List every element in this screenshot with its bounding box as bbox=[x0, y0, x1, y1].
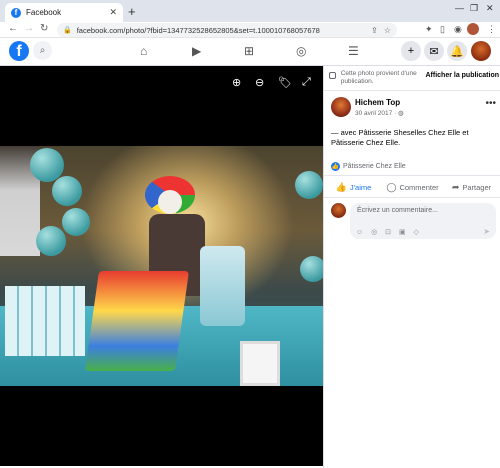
forward-arrow-icon[interactable]: → bbox=[24, 23, 34, 34]
create-button[interactable]: + bbox=[401, 41, 421, 61]
photo-balloon bbox=[52, 176, 82, 206]
send-icon[interactable]: ➤ bbox=[483, 227, 490, 236]
commenter-avatar[interactable] bbox=[331, 203, 346, 218]
minimize-button[interactable]: — bbox=[455, 3, 464, 13]
account-avatar[interactable] bbox=[471, 41, 491, 61]
home-icon[interactable]: ⌂ bbox=[140, 44, 147, 58]
photo-cupcake-stand bbox=[200, 246, 245, 326]
info-icon bbox=[329, 72, 336, 79]
search-icon[interactable]: ⌕ bbox=[33, 41, 52, 60]
close-window-button[interactable]: ✕ bbox=[486, 3, 494, 14]
view-publication-link[interactable]: Afficher la publication bbox=[425, 72, 499, 79]
divider bbox=[324, 197, 500, 198]
publication-notice: Cette photo provient d'une publication. … bbox=[329, 70, 499, 86]
browser-profile-avatar[interactable] bbox=[467, 23, 479, 35]
notice-text: Cette photo provient d'une publication. bbox=[340, 70, 417, 85]
watch-icon[interactable]: ▶ bbox=[192, 44, 201, 58]
divider bbox=[324, 90, 500, 91]
zoom-in-icon[interactable]: ⊕ bbox=[232, 76, 241, 89]
browser-tab-facebook[interactable]: f Facebook ✕ bbox=[5, 3, 123, 22]
comment-bubble-icon: ◯ bbox=[386, 181, 397, 192]
menu-icon[interactable]: ☰ bbox=[348, 44, 359, 58]
comment-label: Commenter bbox=[399, 182, 439, 192]
like-reaction-icon: 👍 bbox=[331, 162, 340, 171]
groups-icon[interactable]: ◎ bbox=[296, 44, 306, 58]
author-avatar[interactable] bbox=[331, 97, 351, 117]
address-bar: ← → ↻ 🔒 facebook.com/photo/?fbid=1347732… bbox=[0, 22, 500, 38]
more-options-icon[interactable]: ••• bbox=[485, 98, 496, 109]
comment-tool-icons[interactable]: ☺ ◎ ⊡ ▣ ◇ bbox=[356, 228, 422, 236]
photo-cake bbox=[84, 271, 190, 371]
extensions-icon[interactable]: ✦ bbox=[425, 24, 433, 35]
back-arrow-icon[interactable]: ← bbox=[8, 23, 18, 34]
post-photo[interactable] bbox=[0, 146, 323, 386]
like-button[interactable]: 👍 J'aime bbox=[324, 179, 383, 195]
reaction-summary[interactable]: 👍 Pâtisserie Chez Elle bbox=[331, 162, 406, 171]
browser-menu-icon[interactable]: ⋮ bbox=[487, 24, 496, 35]
photo-viewer: ⊕ ⊖ 🏷 ⤢ bbox=[0, 66, 323, 466]
post-actions: 👍 J'aime ◯ Commenter ➦ Partager bbox=[324, 179, 500, 195]
notifications-bell-icon[interactable]: 🔔 bbox=[447, 41, 467, 61]
photo-balloon bbox=[36, 226, 66, 256]
audience-globe-icon: ◍ bbox=[398, 110, 404, 117]
share-icon[interactable]: ⇪ bbox=[371, 26, 378, 35]
marketplace-icon[interactable]: ⊞ bbox=[244, 44, 254, 58]
thumbs-up-icon: 👍 bbox=[335, 181, 347, 192]
comment-button[interactable]: ◯ Commenter bbox=[383, 179, 442, 195]
share-arrow-icon: ➦ bbox=[451, 181, 460, 192]
tab-title: Facebook bbox=[26, 8, 62, 17]
reload-icon[interactable]: ↻ bbox=[40, 23, 48, 34]
fullscreen-icon[interactable]: ⤢ bbox=[302, 76, 311, 89]
side-panel-icon[interactable]: ▯ bbox=[440, 24, 445, 35]
profile-extension-icon[interactable]: ◉ bbox=[454, 24, 462, 35]
post-text: — avec Pâtisserie Sheselles Chez Elle et… bbox=[331, 128, 469, 147]
photo-balloon bbox=[300, 256, 323, 282]
url-text: facebook.com/photo/?fbid=134773252865280… bbox=[76, 25, 320, 35]
like-label: J'aime bbox=[349, 182, 372, 192]
browser-window: f Facebook ✕ + — ❐ ✕ ← → ↻ 🔒 facebook.co… bbox=[0, 0, 500, 468]
zoom-out-icon[interactable]: ⊖ bbox=[255, 76, 264, 89]
url-input[interactable]: 🔒 facebook.com/photo/?fbid=1347732528652… bbox=[57, 23, 397, 37]
messenger-icon[interactable]: ✉ bbox=[424, 41, 444, 61]
photo-balloon bbox=[295, 171, 323, 199]
share-label: Partager bbox=[462, 182, 492, 192]
photo-balloon bbox=[62, 208, 90, 236]
post-date-text: 30 avril 2017 · bbox=[355, 110, 398, 117]
comment-composer: Écrivez un commentaire... ☺ ◎ ⊡ ▣ ◇ ➤ bbox=[331, 203, 496, 239]
reaction-name: Pâtisserie Chez Elle bbox=[343, 163, 406, 170]
new-tab-button[interactable]: + bbox=[128, 4, 136, 19]
tab-strip: f Facebook ✕ + — ❐ ✕ bbox=[0, 0, 500, 22]
share-button[interactable]: ➦ Partager bbox=[442, 179, 500, 195]
photo-frame bbox=[240, 341, 280, 386]
facebook-header: f ⌕ ⌂ ▶ ⊞ ◎ ☰ + ✉ 🔔 bbox=[0, 38, 500, 66]
divider bbox=[324, 175, 500, 176]
post-header: Hichem Top 30 avril 2017 · ◍ ••• bbox=[331, 97, 496, 121]
tag-icon[interactable]: 🏷 bbox=[278, 76, 292, 89]
photo-gift-boxes bbox=[5, 286, 85, 356]
comment-input[interactable]: Écrivez un commentaire... ☺ ◎ ⊡ ▣ ◇ ➤ bbox=[350, 203, 496, 239]
facebook-favicon: f bbox=[11, 7, 21, 18]
post-side-panel: Cette photo provient d'une publication. … bbox=[323, 66, 500, 468]
lock-icon: 🔒 bbox=[63, 27, 72, 34]
tab-close-icon[interactable]: ✕ bbox=[109, 7, 117, 18]
comment-placeholder: Écrivez un commentaire... bbox=[357, 207, 438, 214]
post-date[interactable]: 30 avril 2017 · ◍ bbox=[355, 109, 404, 117]
bookmark-star-icon[interactable]: ☆ bbox=[384, 26, 391, 35]
facebook-logo[interactable]: f bbox=[9, 41, 29, 61]
maximize-button[interactable]: ❐ bbox=[470, 3, 478, 14]
author-name[interactable]: Hichem Top bbox=[355, 98, 400, 107]
